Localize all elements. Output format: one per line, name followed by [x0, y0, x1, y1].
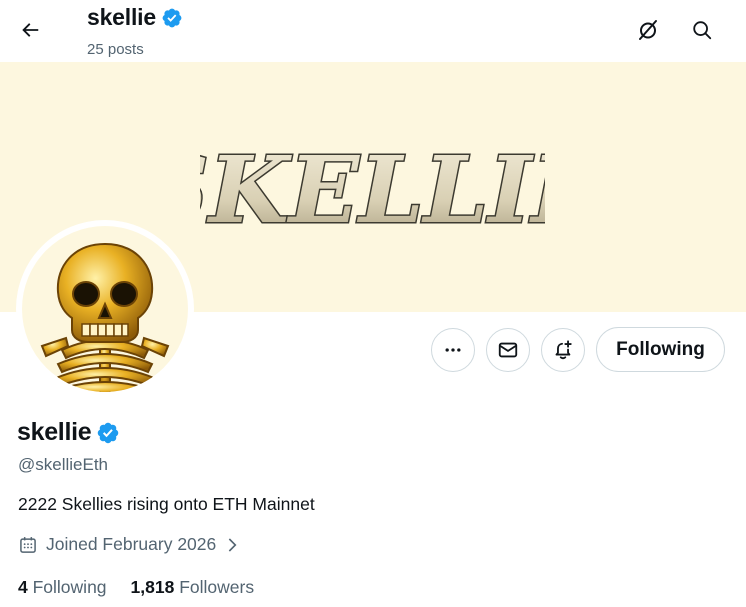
back-button[interactable] [12, 12, 48, 48]
joined-date: Joined February 2026 [46, 534, 217, 554]
following-link[interactable]: 4 Following [18, 577, 107, 598]
chevron-right-icon [229, 537, 237, 552]
message-button[interactable] [486, 328, 530, 372]
header-title-row: skellie [87, 4, 183, 31]
mail-icon [498, 342, 518, 358]
posts-count: 25 posts [87, 41, 144, 58]
grok-button[interactable] [630, 12, 666, 48]
following-button[interactable]: Following [596, 327, 725, 372]
verified-badge-icon [162, 8, 182, 27]
notifications-button[interactable] [541, 328, 585, 372]
header-title: skellie [87, 4, 156, 30]
search-button[interactable] [684, 12, 720, 48]
joined-date-row[interactable]: Joined February 2026 [18, 534, 240, 555]
verified-badge-icon[interactable] [96, 421, 120, 445]
following-count: 4 [18, 577, 28, 597]
more-dots-icon [445, 348, 461, 352]
display-name: skellie [17, 418, 92, 446]
calendar-icon [20, 536, 36, 553]
user-handle: @skellieEth [18, 455, 109, 474]
top-bar: skellie 25 posts [0, 0, 746, 62]
followers-link[interactable]: 1,818 Followers [131, 577, 255, 598]
profile-name-row: skellie [17, 418, 120, 447]
skull-avatar-image [40, 242, 170, 392]
follow-stats: 4 Following 1,818 Followers [18, 577, 254, 598]
followers-label: Followers [179, 577, 255, 597]
bell-plus-icon [555, 340, 572, 360]
more-options-button[interactable] [431, 328, 475, 372]
back-arrow-icon [22, 23, 39, 37]
search-icon [693, 21, 712, 40]
following-label: Following [32, 577, 107, 597]
grok-icon [639, 20, 657, 40]
profile-bio: 2222 Skellies rising onto ETH Mainnet [18, 494, 315, 514]
followers-count: 1,818 [130, 577, 175, 597]
banner-logo-text: SKELLIE [200, 136, 545, 244]
banner-logo: SKELLIE [200, 135, 545, 246]
avatar[interactable] [22, 226, 188, 392]
